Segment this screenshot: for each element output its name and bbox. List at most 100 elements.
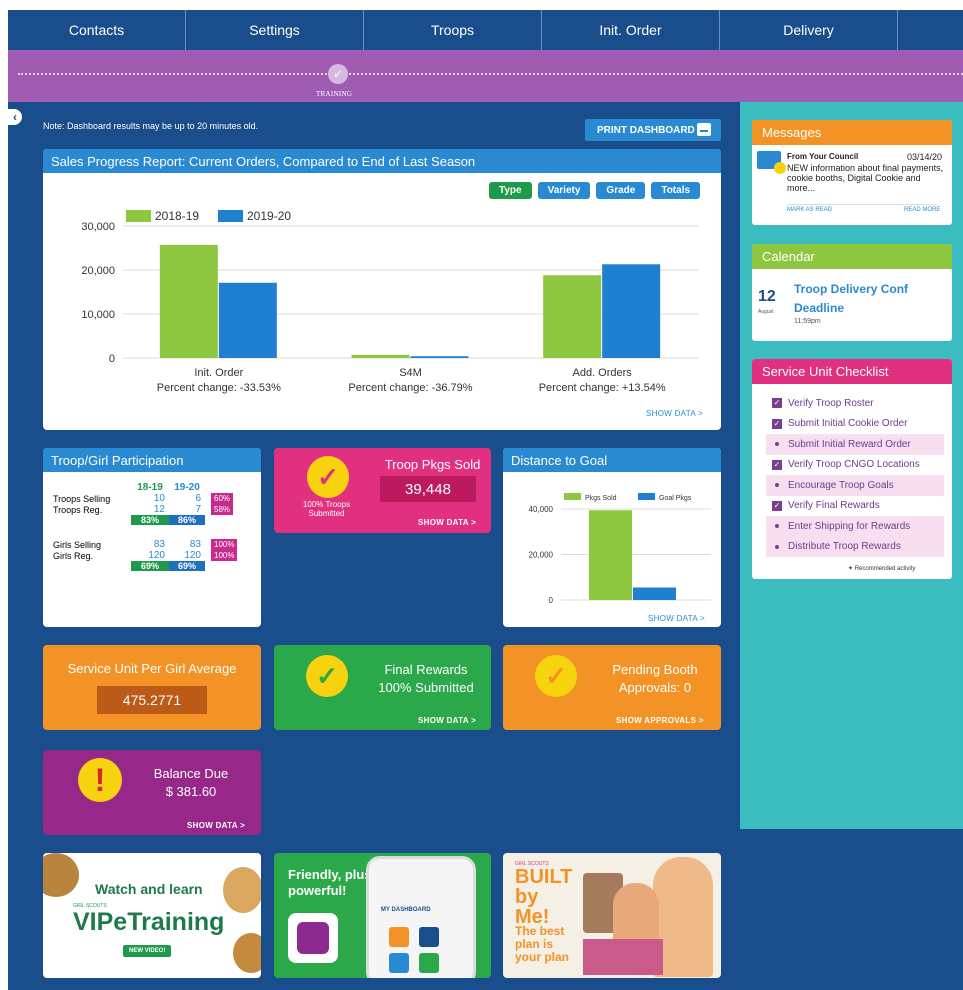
calendar-event[interactable]: Troop Delivery Conf Deadline [794,280,924,318]
nav-contacts[interactable]: Contacts [8,10,186,50]
calendar-time: 11:59pm [794,318,821,325]
progress-step-label: TRAINING [316,90,353,98]
troops-total-a: 83% [131,515,169,525]
x-tick-label: Init. Order [194,367,243,379]
checklist-item-label: Submit Initial Cookie Order [788,418,908,430]
dashboard-note: Note: Dashboard results may be up to 20 … [43,121,259,131]
row-label: Girls Reg. [53,550,94,561]
sales-show-data-link[interactable]: SHOW DATA > [646,409,703,418]
check-icon: ✓ [535,655,577,697]
y-tick-label: 0 [549,596,554,605]
legend-label: Goal Pkgs [659,495,692,502]
app-promo[interactable]: Friendly, plus powerful! MY DASHBOARD [274,853,491,978]
checklist-item[interactable]: Submit Initial Reward Order [766,434,944,455]
girls-total-b: 69% [169,561,205,571]
built-by-me-promo[interactable]: GIRL SCOUTS BUILT by Me! The best plan i… [503,853,721,978]
final-rewards-card: ✓ Final Rewards 100% Submitted SHOW DATA… [274,645,491,730]
print-dashboard-button[interactable]: PRINT DASHBOARD [585,119,721,141]
participation-card: Troop/Girl Participation 18-19 19-20 Tro… [43,448,261,627]
read-more-link[interactable]: READ MORE [904,207,940,213]
calendar-title: Calendar [752,244,952,269]
nav-delivery[interactable]: Delivery [720,10,898,50]
nav-init-order[interactable]: Init. Order [542,10,720,50]
y-tick-label: 20,000 [81,265,115,277]
show-approvals-link[interactable]: SHOW APPROVALS > [616,716,704,725]
checklist-legend: ✦ Recommended activity [848,566,916,572]
percent-change-label: Percent change: +13.54% [539,382,666,394]
legend-label: 2018-19 [155,209,199,223]
checklist-item-label: Encourage Troop Goals [788,479,894,491]
cell-value: 6 [195,493,201,504]
mark-as-read-link[interactable]: MARK AS READ [787,207,832,213]
service-unit-checklist-card: Service Unit Checklist ✓ Verify Troop Ros… [752,359,952,579]
pkgs-title: Troop Pkgs Sold [384,457,481,472]
checkbox-checked-icon: ✓ [772,459,782,470]
messages-title: Messages [752,120,952,145]
balance-text: Balance Due $ 381.60 [141,765,241,801]
phone-screen-label: MY DASHBOARD [381,907,431,913]
cell-value: 7 [195,504,201,515]
checklist-item[interactable]: ✓ Verify Troop Roster [766,393,944,414]
participation-title: Troop/Girl Participation [43,448,261,472]
pending-booth-card: ✓ Pending Booth Approvals: 0 SHOW APPROV… [503,645,721,730]
pkgs-show-data-link[interactable]: SHOW DATA > [418,518,476,527]
pct-tag: 58% [211,504,234,515]
su-avg-value: 475.2771 [97,686,207,714]
balance-due-card: ! Balance Due $ 381.60 SHOW DATA > [43,750,261,835]
promo-friendly: Friendly, plus powerful! [288,867,372,898]
row-label: Girls Selling [53,539,102,550]
girls-total-a: 69% [131,561,169,571]
checklist-item[interactable]: ✓ Submit Initial Cookie Order [766,414,944,435]
bar-2019-20 [602,264,661,358]
nav-settings[interactable]: Settings [186,10,364,50]
legend-label: 2019-20 [247,209,291,223]
cookie-graphic [223,867,261,913]
final-rewards-show-data-link[interactable]: SHOW DATA > [418,716,476,725]
checklist-item[interactable]: Encourage Troop Goals [766,475,944,496]
messages-card: Messages From Your Council 03/14/20 NEW … [752,120,952,225]
cell-value: 83 [189,539,201,550]
top-nav: Contacts Settings Troops Init. Order Del… [8,10,963,50]
y-tick-label: 20,000 [529,551,554,560]
sales-progress-card: Sales Progress Report: Current Orders, C… [43,149,721,430]
checklist-item[interactable]: Distribute Troop Rewards [766,536,944,557]
balance-show-data-link[interactable]: SHOW DATA > [187,821,245,830]
pkgs-value: 39,448 [380,476,476,502]
cell-value: 120 [184,550,201,561]
row-label: Troops Selling [53,493,111,504]
check-icon[interactable]: ✓ [328,64,348,84]
y-tick-label: 0 [109,353,115,365]
calendar-day: 12 [758,288,776,305]
checklist-item-label: Enter Shipping for Rewards [788,520,911,532]
sidebar-bottom [740,829,963,990]
y-tick-label: 10,000 [81,309,115,321]
checklist: ✓ Verify Troop Roster ✓ Submit Initial Cook… [766,393,944,557]
vip-training-promo[interactable]: Watch and learn GIRL SCOUTS VIPeTraining… [43,853,261,978]
checklist-item[interactable]: Enter Shipping for Rewards [766,516,944,537]
distance-to-goal-card: Distance to Goal 0 20,000 40,000 Pkgs Sold G… [503,448,721,627]
nav-troops[interactable]: Troops [364,10,542,50]
bar-2018-19 [159,244,218,358]
nav-truncated[interactable]: Tr [898,10,943,50]
distance-show-data-link[interactable]: SHOW DATA > [648,614,705,623]
cookie-boxes-graphic [583,939,663,975]
checklist-item-label: Submit Initial Reward Order [788,438,911,450]
checklist-item-label: Verify Troop Roster [788,397,874,409]
pending-booth-line2: Approvals: 0 [618,680,692,695]
bar-2019-20 [218,282,277,358]
progress-line [18,73,963,75]
col-19-20: 19-20 [174,482,200,493]
checkbox-checked-icon: ✓ [772,500,782,511]
final-rewards-text: Final Rewards 100% Submitted [366,661,486,697]
bar-2019-20 [410,356,469,358]
bullet-icon [775,483,779,488]
checklist-item[interactable]: ✓ Verify Final Rewards [766,496,944,517]
su-avg-title: Service Unit Per Girl Average [67,661,237,676]
bullet-icon [775,442,779,447]
y-tick-label: 30,000 [81,221,115,233]
cell-value: 12 [153,504,165,515]
message-text[interactable]: NEW information about final payments, co… [787,163,947,193]
phone-graphic: MY DASHBOARD [366,856,476,978]
cell-value: 10 [153,493,165,504]
checklist-item[interactable]: ✓ Verify Troop CNGO Locations [766,455,944,476]
